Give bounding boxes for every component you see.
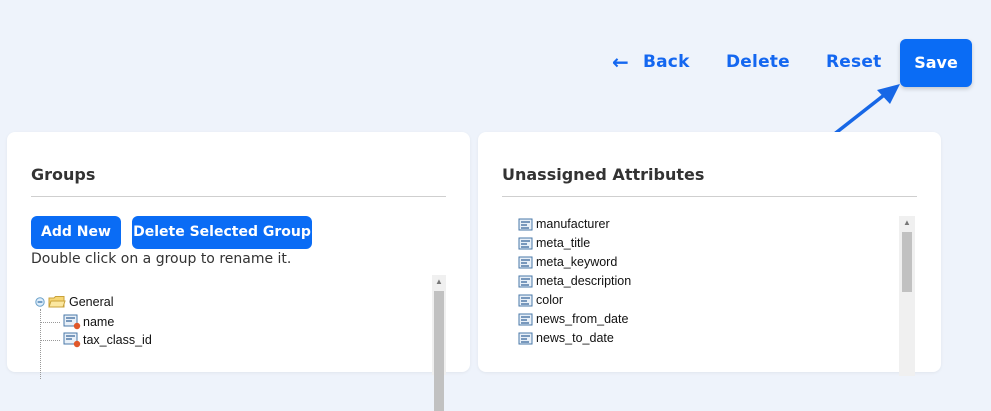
rename-hint: Double click on a group to rename it. [31, 251, 292, 267]
back-label: Back [642, 52, 690, 72]
tree-connector [40, 309, 41, 379]
attribute-item[interactable]: meta_title [518, 236, 590, 250]
attribute-item[interactable]: meta_description [518, 274, 631, 288]
delete-selected-group-button[interactable]: Delete Selected Group [132, 216, 312, 249]
attribute-icon [518, 332, 533, 344]
scrollbar-thumb[interactable] [434, 291, 444, 411]
scroll-up-icon[interactable]: ▲ [432, 277, 446, 287]
tree-scrollbar[interactable]: ▲ [432, 275, 446, 411]
scroll-up-icon[interactable]: ▲ [899, 218, 915, 228]
tree-node-label: General [69, 295, 114, 309]
attribute-label: meta_keyword [536, 255, 618, 269]
divider [31, 196, 446, 197]
attribute-item[interactable]: news_from_date [518, 312, 628, 326]
attribute-icon [518, 237, 533, 249]
tree-connector [40, 322, 60, 323]
unassigned-attributes-panel: Unassigned Attributes manufacturer meta_… [478, 132, 941, 376]
attribute-item[interactable]: manufacturer [518, 217, 610, 231]
scrollbar-thumb[interactable] [902, 232, 912, 292]
attribute-required-icon [63, 314, 81, 330]
attribute-icon [518, 275, 533, 287]
divider [502, 196, 917, 197]
add-new-button[interactable]: Add New [31, 216, 121, 249]
attribute-label: news_from_date [536, 312, 629, 326]
attribute-icon [518, 294, 533, 306]
attribute-label: color [536, 293, 564, 307]
folder-open-icon [48, 296, 66, 308]
attribute-required-icon [63, 332, 81, 348]
attribute-icon [518, 218, 533, 230]
tree-connector [40, 340, 60, 341]
attribute-label: news_to_date [536, 331, 614, 345]
attribute-icon [518, 256, 533, 268]
attribute-label: manufacturer [536, 217, 610, 231]
groups-tree[interactable]: General name tax_class_id ▲ [31, 275, 446, 411]
groups-title: Groups [31, 165, 96, 184]
arrow-left-icon: ← [612, 50, 629, 74]
attribute-list-scrollbar[interactable]: ▲ [899, 216, 915, 376]
attribute-item[interactable]: color [518, 293, 563, 307]
unassigned-attribute-list[interactable]: manufacturer meta_title meta_keyword met… [502, 215, 917, 375]
collapse-icon[interactable] [35, 297, 45, 307]
groups-panel: Groups Add New Delete Selected Group Dou… [7, 132, 470, 411]
attribute-label: meta_description [536, 274, 632, 288]
delete-button[interactable]: Delete [726, 50, 790, 74]
attribute-item[interactable]: meta_keyword [518, 255, 617, 269]
attribute-label: meta_title [536, 236, 591, 250]
tree-node-label: name [83, 315, 115, 329]
tree-node-attribute[interactable]: tax_class_id [63, 332, 152, 348]
save-button[interactable]: Save [900, 39, 972, 87]
tree-node-label: tax_class_id [83, 333, 152, 347]
tree-node-attribute[interactable]: name [63, 314, 114, 330]
tree-node-general[interactable]: General [35, 295, 113, 309]
top-toolbar: ← Back Delete Reset Save [0, 0, 991, 152]
attribute-icon [518, 313, 533, 325]
attribute-item[interactable]: news_to_date [518, 331, 614, 345]
back-button[interactable]: ← Back [612, 50, 690, 74]
unassigned-title: Unassigned Attributes [502, 165, 705, 184]
reset-button[interactable]: Reset [826, 50, 881, 74]
